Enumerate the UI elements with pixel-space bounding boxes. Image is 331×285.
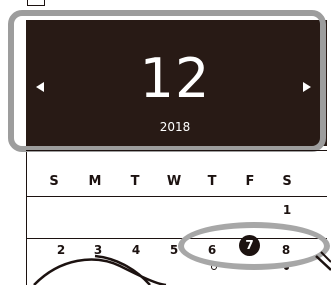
calendar-widget-screen: 12 2018 S M T W T F S 1 2 3 4 5 6 7 8	[0, 0, 331, 285]
hand-drawing-overlay	[33, 251, 331, 285]
pointer-line	[315, 255, 331, 271]
